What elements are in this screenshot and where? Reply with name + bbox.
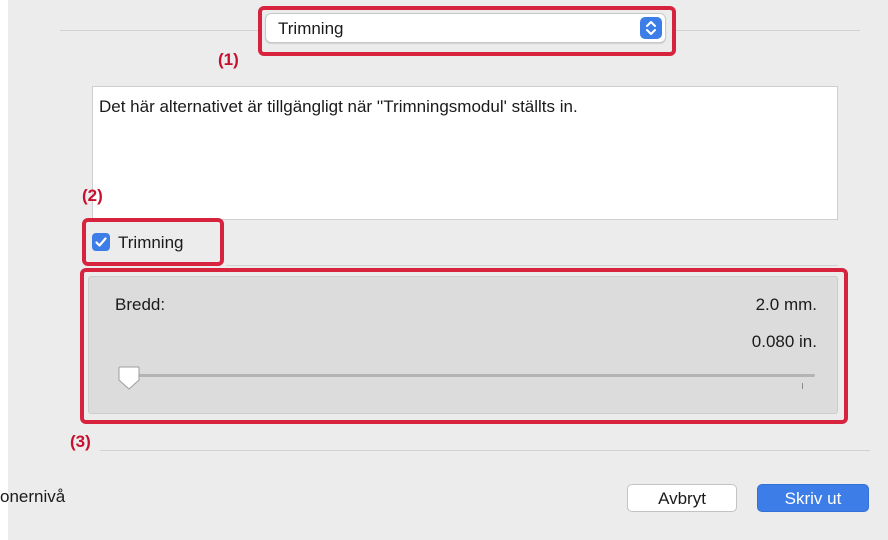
divider-bottom bbox=[100, 450, 870, 451]
divider-top-right bbox=[672, 30, 860, 31]
callout-1: (1) bbox=[218, 50, 239, 69]
divider-group-top bbox=[226, 265, 838, 266]
window-left-edge bbox=[0, 0, 8, 540]
highlight-box-1 bbox=[258, 6, 676, 56]
highlight-box-3 bbox=[80, 268, 848, 424]
divider-top-left bbox=[60, 30, 260, 31]
callout-3: (3) bbox=[70, 432, 91, 451]
description-text: Det här alternativet är tillgängligt när… bbox=[99, 97, 578, 116]
print-button[interactable]: Skriv ut bbox=[757, 484, 869, 512]
footer-level-label: onernivå bbox=[0, 487, 66, 506]
callout-2: (2) bbox=[82, 186, 103, 205]
description-box: Det här alternativet är tillgängligt när… bbox=[92, 86, 838, 220]
cancel-button[interactable]: Avbryt bbox=[627, 484, 737, 512]
highlight-box-2 bbox=[82, 218, 224, 266]
